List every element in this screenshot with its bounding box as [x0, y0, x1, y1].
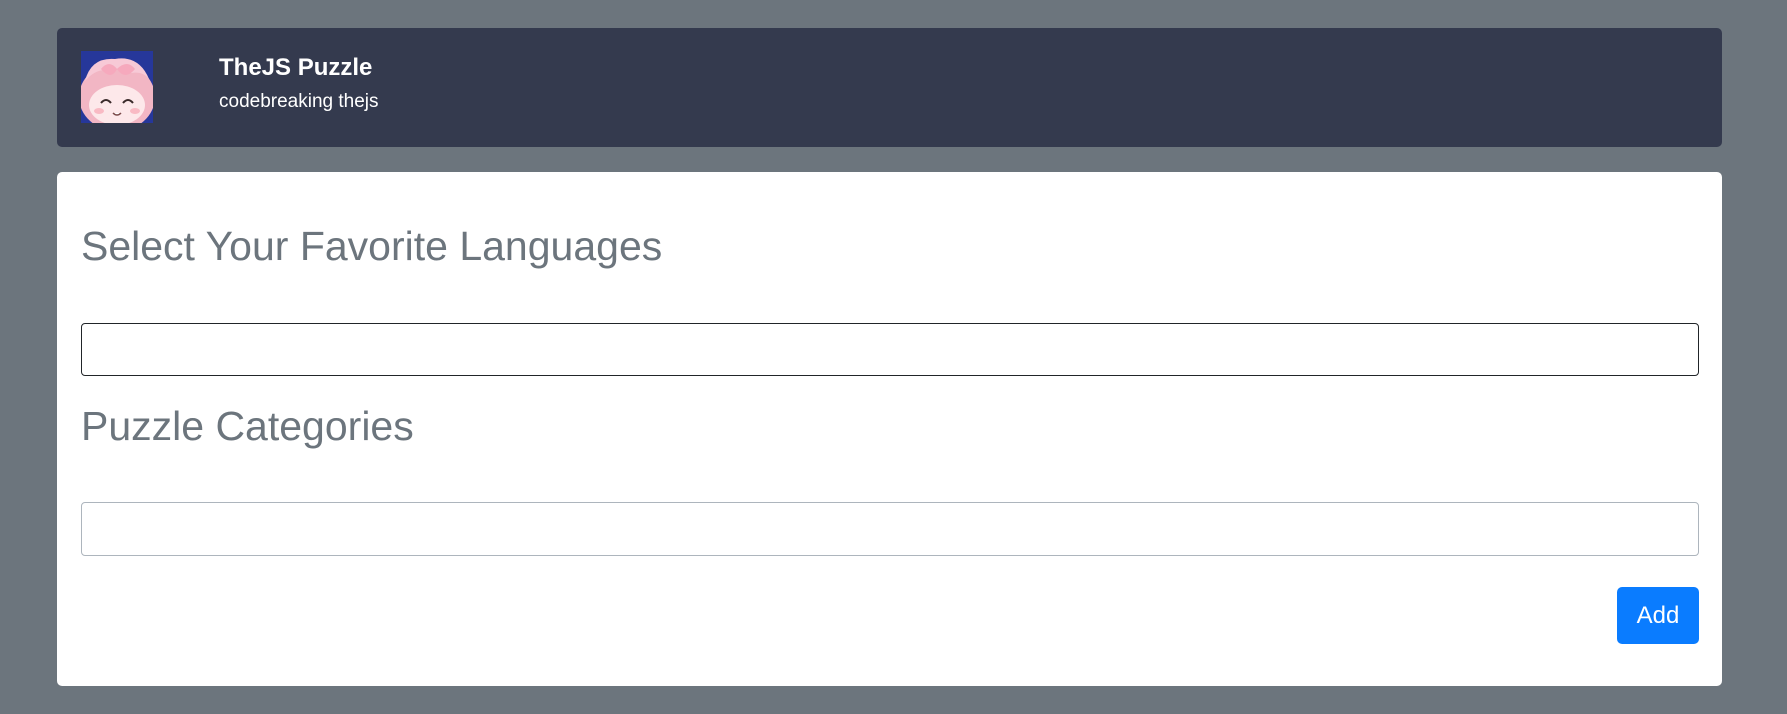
- avatar: [81, 51, 153, 123]
- main-card: Select Your Favorite Languages Puzzle Ca…: [57, 172, 1722, 686]
- add-button[interactable]: Add: [1617, 587, 1699, 644]
- anime-avatar-image: [81, 51, 153, 123]
- categories-heading: Puzzle Categories: [81, 403, 414, 449]
- languages-input[interactable]: [81, 323, 1699, 376]
- site-subtitle: codebreaking thejs: [219, 91, 379, 112]
- languages-heading: Select Your Favorite Languages: [81, 223, 663, 269]
- categories-input[interactable]: [81, 502, 1699, 556]
- site-title: TheJS Puzzle: [219, 54, 373, 81]
- site-header: TheJS Puzzle codebreaking thejs: [57, 28, 1722, 147]
